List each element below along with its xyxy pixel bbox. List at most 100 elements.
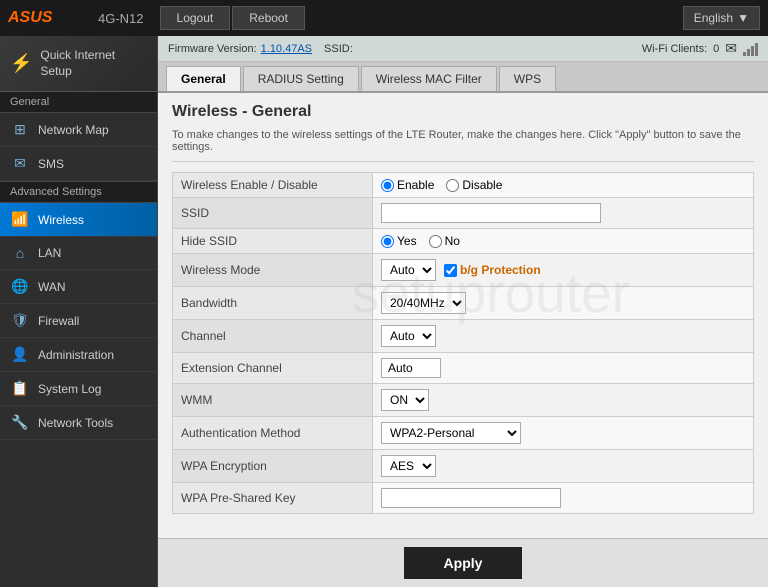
wireless-mode-select[interactable]: Auto: [381, 259, 436, 281]
administration-icon: 👤: [10, 346, 30, 363]
table-row: WPA Encryption AES: [173, 450, 754, 483]
page-title: Wireless - General: [172, 103, 754, 121]
field-label: Wireless Mode: [173, 254, 373, 287]
sidebar-item-label: LAN: [38, 246, 61, 260]
page-description: To make changes to the wireless settings…: [172, 129, 754, 162]
main-content: Firmware Version: 1.10.47AS SSID: Wi-Fi …: [158, 36, 768, 587]
signal-bars: [743, 42, 758, 56]
tab-wps[interactable]: WPS: [499, 66, 556, 91]
table-row: Hide SSID Yes No: [173, 229, 754, 254]
sidebar: ⚡ General Quick InternetSetup General ⊞ …: [0, 36, 158, 587]
sidebar-item-lan[interactable]: ⌂ LAN: [0, 237, 157, 270]
field-value: Enable Disable: [373, 173, 754, 198]
ssid-label: SSID:: [324, 43, 353, 55]
sidebar-item-sms[interactable]: ✉ SMS: [0, 147, 157, 181]
reboot-button[interactable]: Reboot: [232, 6, 305, 30]
field-label: WPA Encryption: [173, 450, 373, 483]
wifi-clients-label: Wi-Fi Clients:: [642, 43, 707, 55]
system-log-icon: 📋: [10, 380, 30, 397]
sidebar-item-system-log[interactable]: 📋 System Log: [0, 372, 157, 406]
table-row: SSID: [173, 198, 754, 229]
field-value: Auto b/g Protection: [373, 254, 754, 287]
channel-select[interactable]: Auto: [381, 325, 436, 347]
sidebar-item-label: Administration: [38, 348, 114, 362]
tab-wireless-mac-filter[interactable]: Wireless MAC Filter: [361, 66, 497, 91]
language-selector[interactable]: English ▼: [683, 6, 760, 30]
sidebar-item-administration[interactable]: 👤 Administration: [0, 338, 157, 372]
wifi-status: Wi-Fi Clients: 0 ✉: [642, 40, 758, 57]
wireless-icon: 📶: [10, 211, 30, 228]
firmware-version[interactable]: 1.10.47AS: [261, 43, 312, 55]
sidebar-item-label: System Log: [38, 382, 101, 396]
yes-radio-label[interactable]: Yes: [381, 234, 417, 248]
tabs-bar: General RADIUS Setting Wireless MAC Filt…: [158, 62, 768, 93]
table-row: Channel Auto: [173, 320, 754, 353]
extension-channel-input[interactable]: [381, 358, 441, 378]
apply-button[interactable]: Apply: [404, 547, 523, 579]
network-tools-icon: 🔧: [10, 414, 30, 431]
sms-icon: ✉: [10, 155, 30, 172]
sidebar-item-label: Network Map: [38, 123, 109, 137]
field-label: SSID: [173, 198, 373, 229]
table-row: Bandwidth 20/40MHz: [173, 287, 754, 320]
field-value: WPA2-Personal: [373, 417, 754, 450]
hide-ssid-yes-radio[interactable]: [381, 235, 394, 248]
field-value: Yes No: [373, 229, 754, 254]
tab-general[interactable]: General: [166, 66, 241, 91]
bg-protection-checkbox-label[interactable]: b/g Protection: [444, 263, 541, 277]
sidebar-item-label: WAN: [38, 280, 66, 294]
tab-radius-setting[interactable]: RADIUS Setting: [243, 66, 359, 91]
model-label: 4G-N12: [98, 11, 144, 26]
field-value: Auto: [373, 320, 754, 353]
firmware-bar: Firmware Version: 1.10.47AS SSID: Wi-Fi …: [158, 36, 768, 62]
bg-protection-checkbox[interactable]: [444, 264, 457, 277]
enable-radio-label[interactable]: Enable: [381, 178, 434, 192]
sidebar-item-network-tools[interactable]: 🔧 Network Tools: [0, 406, 157, 440]
sidebar-section-advanced: Advanced Settings: [0, 181, 157, 203]
wmm-select[interactable]: ON: [381, 389, 429, 411]
sidebar-item-label: Wireless: [38, 213, 84, 227]
field-label: WPA Pre-Shared Key: [173, 483, 373, 514]
wan-icon: 🌐: [10, 278, 30, 295]
wpa-preshared-key-input[interactable]: [381, 488, 561, 508]
field-value: AES: [373, 450, 754, 483]
wpa-encryption-select[interactable]: AES: [381, 455, 436, 477]
hide-ssid-no-radio[interactable]: [429, 235, 442, 248]
sidebar-item-wireless[interactable]: 📶 Wireless: [0, 203, 157, 237]
disable-radio-label[interactable]: Disable: [446, 178, 502, 192]
ssid-input[interactable]: [381, 203, 601, 223]
field-value: ON: [373, 384, 754, 417]
sidebar-item-quick-setup[interactable]: ⚡ General Quick InternetSetup: [0, 36, 157, 92]
auth-method-select[interactable]: WPA2-Personal: [381, 422, 521, 444]
field-label: Channel: [173, 320, 373, 353]
page-body: setuprouter Wireless - General To make c…: [158, 93, 768, 538]
sidebar-item-wan[interactable]: 🌐 WAN: [0, 270, 157, 304]
firewall-icon: 🛡: [10, 312, 30, 329]
bandwidth-select[interactable]: 20/40MHz: [381, 292, 466, 314]
disable-radio[interactable]: [446, 179, 459, 192]
field-label: Authentication Method: [173, 417, 373, 450]
chevron-down-icon: ▼: [737, 11, 749, 25]
network-map-icon: ⊞: [10, 121, 30, 138]
apply-bar: Apply: [158, 538, 768, 587]
firmware-label: Firmware Version:: [168, 43, 257, 55]
table-row: WMM ON: [173, 384, 754, 417]
field-label: Extension Channel: [173, 353, 373, 384]
no-radio-label[interactable]: No: [429, 234, 460, 248]
mail-icon: ✉: [725, 40, 737, 57]
field-value: [373, 353, 754, 384]
table-row: WPA Pre-Shared Key: [173, 483, 754, 514]
field-value: [373, 483, 754, 514]
sidebar-section-general: General: [0, 92, 157, 113]
field-label: WMM: [173, 384, 373, 417]
sidebar-item-label: Network Tools: [38, 416, 113, 430]
wifi-count: 0: [713, 43, 719, 55]
table-row: Extension Channel: [173, 353, 754, 384]
field-value: 20/40MHz: [373, 287, 754, 320]
sidebar-item-network-map[interactable]: ⊞ Network Map: [0, 113, 157, 147]
settings-table: Wireless Enable / Disable Enable Disable…: [172, 172, 754, 514]
table-row: Wireless Mode Auto b/g Protection: [173, 254, 754, 287]
logout-button[interactable]: Logout: [160, 6, 231, 30]
sidebar-item-firewall[interactable]: 🛡 Firewall: [0, 304, 157, 338]
enable-radio[interactable]: [381, 179, 394, 192]
